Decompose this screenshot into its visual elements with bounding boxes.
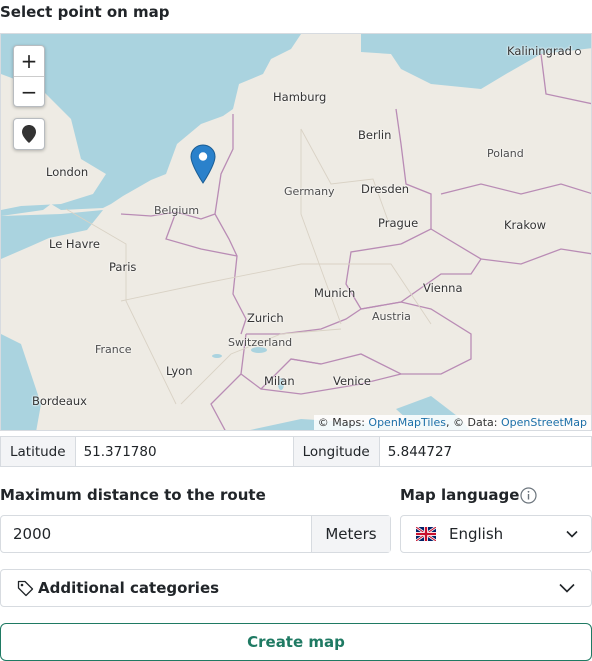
longitude-value: 5.844727 — [387, 443, 453, 460]
additional-categories-toggle[interactable]: Additional categories — [0, 569, 592, 607]
label-london: London — [46, 165, 89, 179]
additional-categories-label: Additional categories — [38, 579, 220, 597]
label-kaliningrad: Kaliningrad — [507, 44, 581, 58]
label-prague: Prague — [378, 216, 419, 230]
distance-unit: Meters — [311, 516, 390, 552]
label-krakow: Krakow — [504, 218, 547, 232]
city-dot — [574, 48, 581, 55]
map-view[interactable]: Kaliningrad Hamburg Berlin London Poland… — [0, 33, 592, 431]
label-zurich: Zurich — [247, 311, 284, 325]
map-attribution: © Maps: OpenMapTiles, © Data: OpenStreet… — [313, 415, 591, 430]
distance-input-group: 2000 Meters — [0, 515, 391, 553]
language-selected: English — [449, 525, 504, 543]
language-title: Map language — [400, 486, 520, 504]
label-paris: Paris — [109, 260, 137, 274]
chevron-down-icon — [559, 583, 575, 593]
label-switzerland: Switzerland — [228, 336, 293, 349]
distance-input[interactable]: 2000 — [1, 516, 311, 552]
language-select[interactable]: English — [400, 515, 592, 553]
label-hamburg: Hamburg — [273, 90, 327, 104]
label-germany: Germany — [284, 185, 335, 198]
distance-title: Maximum distance to the route — [0, 486, 266, 504]
info-icon[interactable] — [520, 487, 537, 504]
zoom-in-button[interactable]: + — [14, 46, 44, 76]
label-vienna: Vienna — [423, 281, 463, 295]
create-map-button[interactable]: Create map — [0, 623, 592, 661]
openmaptiles-link[interactable]: OpenMapTiles — [368, 416, 446, 429]
label-munich: Munich — [314, 286, 356, 300]
map-pin-icon — [22, 125, 36, 143]
locate-marker-button[interactable] — [13, 118, 45, 150]
chevron-down-icon — [566, 530, 578, 538]
section-title: Select point on map — [0, 3, 170, 21]
label-milan: Milan — [264, 374, 295, 388]
label-le-havre: Le Havre — [49, 237, 100, 251]
coordinates-row: Latitude 51.371780 Longitude 5.844727 — [0, 436, 592, 467]
uk-flag-icon — [416, 527, 436, 541]
label-bordeaux: Bordeaux — [32, 394, 87, 408]
label-austria: Austria — [372, 310, 411, 323]
longitude-label: Longitude — [293, 437, 380, 466]
latitude-value: 51.371780 — [76, 437, 294, 466]
location-marker-icon[interactable] — [190, 144, 216, 184]
label-venice: Venice — [333, 374, 371, 388]
openstreetmap-link[interactable]: OpenStreetMap — [501, 416, 587, 429]
zoom-out-button[interactable]: − — [14, 76, 44, 106]
label-dresden: Dresden — [361, 182, 410, 196]
tag-icon — [17, 580, 34, 596]
label-france: France — [95, 343, 132, 356]
label-belgium: Belgium — [154, 204, 200, 217]
label-lyon: Lyon — [166, 364, 193, 378]
zoom-control: + − — [13, 45, 45, 107]
label-berlin: Berlin — [358, 128, 392, 142]
latitude-label: Latitude — [1, 437, 76, 466]
label-poland: Poland — [487, 147, 524, 160]
